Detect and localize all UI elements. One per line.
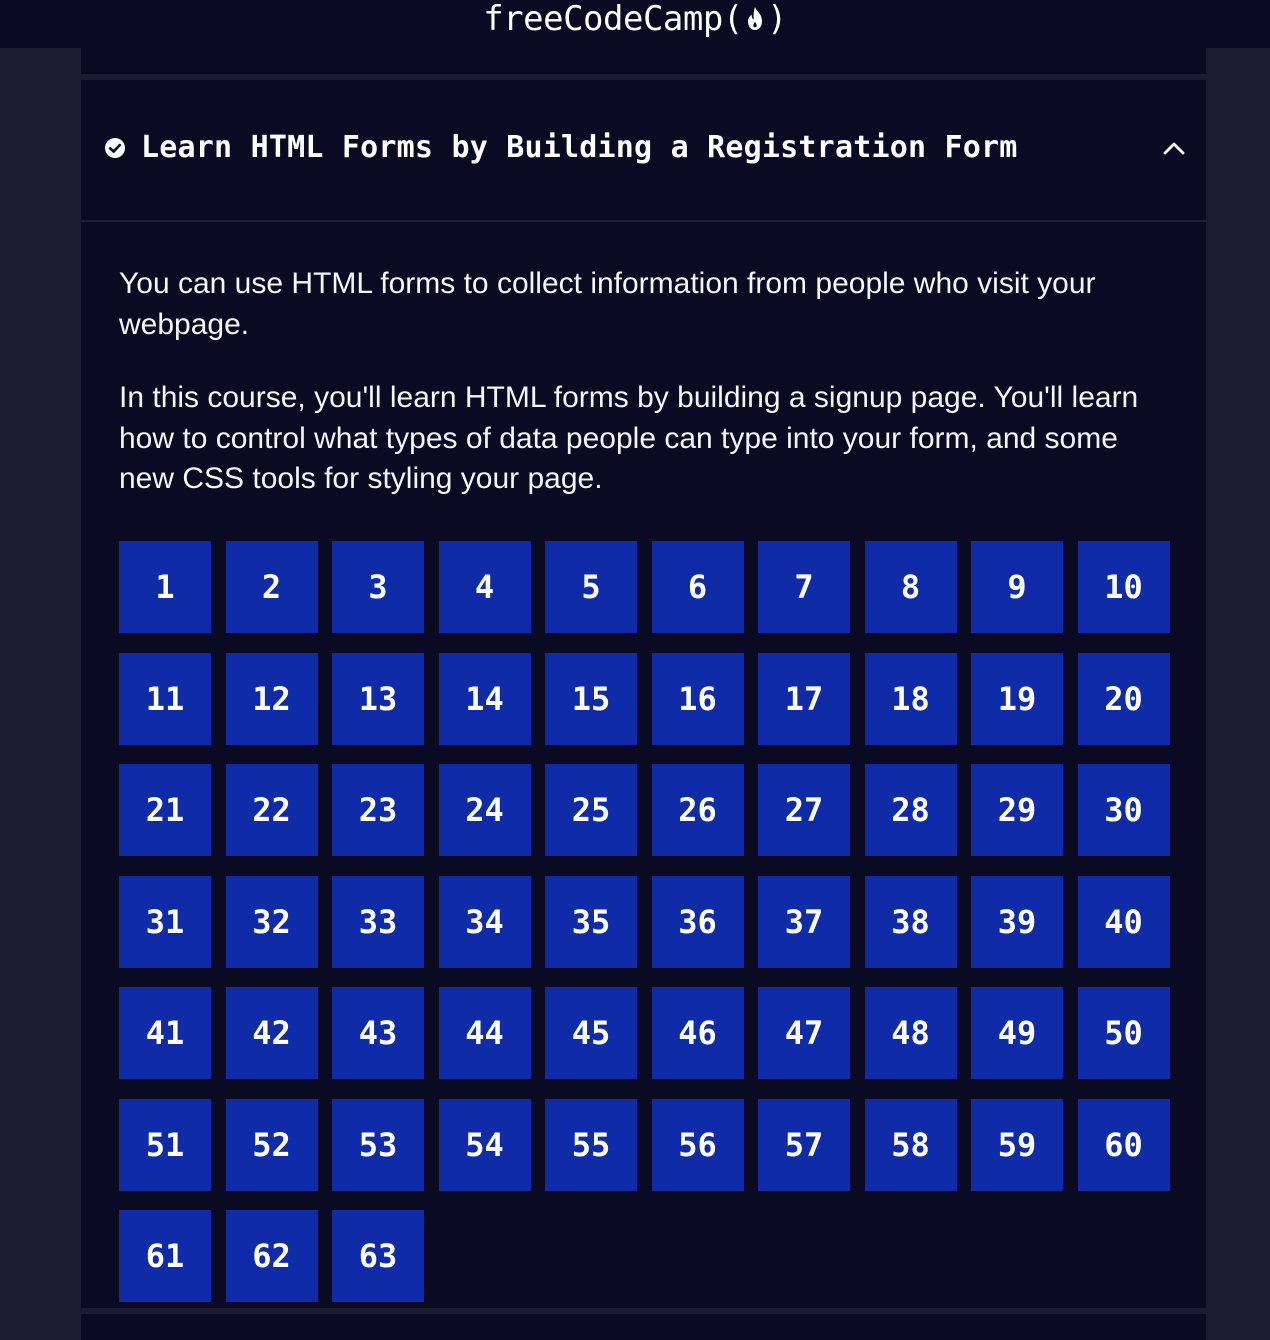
step-button[interactable]: 17	[758, 652, 850, 745]
step-button[interactable]: 40	[1077, 875, 1170, 968]
step-button[interactable]: 21	[119, 764, 211, 856]
step-button[interactable]: 63	[332, 1210, 424, 1302]
step-button[interactable]: 25	[545, 764, 637, 856]
step-button[interactable]: 29	[971, 764, 1063, 856]
step-button[interactable]: 20	[1077, 652, 1170, 745]
block-header[interactable]: Learn HTML Forms by Building a Registrat…	[81, 80, 1206, 222]
step-button[interactable]: 58	[864, 1098, 957, 1191]
step-button[interactable]: 6	[651, 541, 744, 633]
step-button[interactable]: 37	[758, 875, 850, 968]
block-description-1: You can use HTML forms to collect inform…	[119, 267, 1096, 341]
step-button[interactable]: 11	[119, 652, 211, 745]
step-button[interactable]: 1	[119, 541, 211, 633]
step-button[interactable]: 4	[438, 541, 531, 633]
step-button[interactable]: 47	[758, 987, 850, 1079]
step-button[interactable]: 15	[545, 652, 637, 745]
step-button[interactable]: 13	[332, 652, 424, 745]
step-button[interactable]: 36	[651, 875, 744, 968]
step-button[interactable]: 50	[1077, 987, 1170, 1079]
step-button[interactable]: 39	[971, 875, 1063, 968]
step-button[interactable]: 34	[438, 875, 531, 968]
step-button[interactable]: 38	[864, 875, 957, 968]
step-button[interactable]: 14	[438, 652, 531, 745]
step-button[interactable]: 48	[864, 987, 957, 1079]
block-description-2: In this course, you'll learn HTML forms …	[119, 381, 1139, 495]
step-button[interactable]: 45	[545, 987, 637, 1079]
step-button[interactable]: 31	[119, 875, 211, 968]
step-button[interactable]: 23	[332, 764, 424, 856]
step-button[interactable]: 62	[225, 1210, 318, 1302]
step-button[interactable]: 2	[225, 541, 318, 633]
step-button[interactable]: 59	[971, 1098, 1063, 1191]
step-button[interactable]: 32	[225, 875, 318, 968]
step-button[interactable]: 53	[332, 1098, 424, 1191]
navbar: freeCodeCamp( )	[0, 0, 1270, 48]
step-button[interactable]: 43	[332, 987, 424, 1079]
step-button[interactable]: 16	[651, 652, 744, 745]
step-button[interactable]: 12	[225, 652, 318, 745]
previous-block-panel	[81, 48, 1206, 74]
freecodecamp-logo[interactable]: freeCodeCamp( )	[483, 0, 787, 38]
check-circle-icon	[105, 138, 125, 158]
step-button[interactable]: 8	[864, 541, 957, 633]
step-button[interactable]: 10	[1077, 541, 1170, 633]
logo-text: freeCodeCamp	[483, 0, 723, 39]
step-button[interactable]: 33	[332, 875, 424, 968]
logo-paren-close: )	[766, 0, 787, 39]
step-button[interactable]: 60	[1077, 1098, 1170, 1191]
chevron-up-icon[interactable]	[1162, 138, 1186, 158]
step-button[interactable]: 61	[119, 1210, 211, 1302]
step-button[interactable]: 24	[438, 764, 531, 856]
step-button[interactable]: 18	[864, 652, 957, 745]
step-grid: 1 2 3 4 5 6 7 8 9 10 11 12 13 14 15 16 17 18 19 20 21 22 23 24 2…	[119, 541, 1179, 1302]
step-button[interactable]: 46	[651, 987, 744, 1079]
step-button[interactable]: 44	[438, 987, 531, 1079]
step-button[interactable]: 51	[119, 1098, 211, 1191]
block-body: You can use HTML forms to collect inform…	[81, 222, 1206, 1308]
step-button[interactable]: 19	[971, 652, 1063, 745]
step-button[interactable]: 54	[438, 1098, 531, 1191]
step-button[interactable]: 49	[971, 987, 1063, 1079]
next-block-panel	[81, 1314, 1206, 1340]
step-button[interactable]: 27	[758, 764, 850, 856]
step-button[interactable]: 52	[225, 1098, 318, 1191]
step-button[interactable]: 35	[545, 875, 637, 968]
step-button[interactable]: 41	[119, 987, 211, 1079]
block-title[interactable]: Learn HTML Forms by Building a Registrat…	[141, 128, 1018, 168]
step-button[interactable]: 30	[1077, 764, 1170, 856]
step-button[interactable]: 7	[758, 541, 850, 633]
step-button[interactable]: 3	[332, 541, 424, 633]
step-button[interactable]: 42	[225, 987, 318, 1079]
step-button[interactable]: 56	[651, 1098, 744, 1191]
flame-icon	[747, 7, 762, 30]
step-button[interactable]: 57	[758, 1098, 850, 1191]
step-button[interactable]: 22	[225, 764, 318, 856]
step-button[interactable]: 26	[651, 764, 744, 856]
logo-paren-open: (	[722, 0, 743, 39]
step-button[interactable]: 5	[545, 541, 637, 633]
step-button[interactable]: 9	[971, 541, 1063, 633]
step-button[interactable]: 28	[864, 764, 957, 856]
step-button[interactable]: 55	[545, 1098, 637, 1191]
